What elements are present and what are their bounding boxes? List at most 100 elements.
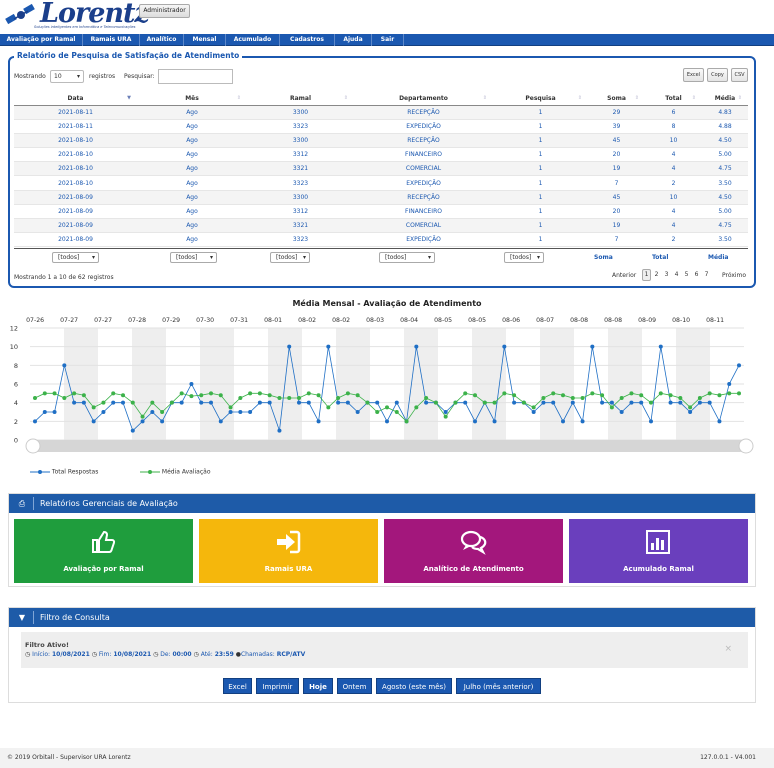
filter-pesquisa-select[interactable]: [todos] ▾ xyxy=(504,252,544,263)
table-row[interactable]: 2021-08-09 Ago 3321 COMERCIAL 1 19 4 4.75 xyxy=(14,218,748,234)
table-row[interactable]: 2021-08-11 Ago 3300 RECEPÇÃO 1 29 6 4.83 xyxy=(14,105,748,120)
data-point xyxy=(209,400,213,405)
tile-ramais-ura[interactable]: Ramais URA xyxy=(199,519,378,583)
nav-cadastros[interactable]: Cadastros xyxy=(280,34,335,46)
data-point xyxy=(492,419,497,424)
data-point xyxy=(512,393,517,398)
data-point xyxy=(52,410,57,414)
pager-page-1[interactable]: 1 xyxy=(642,269,651,281)
x-tick-label: 07-30 xyxy=(196,317,214,324)
col-departamento[interactable]: Departamento ⇕ xyxy=(354,93,493,106)
x-tick-label: 08-09 xyxy=(638,317,656,324)
search-input[interactable] xyxy=(158,69,233,84)
tile-acumulado-ramal[interactable]: Acumulado Ramal xyxy=(569,519,748,583)
data-point xyxy=(394,400,399,405)
col-total[interactable]: Total ⇕ xyxy=(645,93,702,106)
table-row[interactable]: 2021-08-11 Ago 3323 EXPEDIÇÃO 1 39 8 4.88 xyxy=(14,119,748,134)
data-point xyxy=(512,400,517,405)
chevron-down-icon: ▾ xyxy=(302,254,306,261)
filtro-title: Filtro de Consulta xyxy=(40,613,110,622)
data-point xyxy=(629,391,634,396)
col-data[interactable]: Data ▼ xyxy=(14,93,137,106)
nav-avaliacao-ramal[interactable]: Avaliação por Ramal xyxy=(0,34,83,46)
export-copy-button[interactable]: Copy xyxy=(707,68,728,82)
btn-agosto[interactable]: Agosto (este mês) xyxy=(376,678,452,694)
tile-analitico-atendimento[interactable]: Analítico de Atendimento xyxy=(384,519,563,583)
table-row[interactable]: 2021-08-09 Ago 3312 FINANCEIRO 1 20 4 5.00 xyxy=(14,204,748,220)
col-media[interactable]: Média ⇕ xyxy=(702,93,748,106)
table-cell: Ago xyxy=(137,133,247,149)
table-row[interactable]: 2021-08-09 Ago 3300 RECEPÇÃO 1 45 10 4.50 xyxy=(14,190,748,205)
table-row[interactable]: 2021-08-10 Ago 3321 COMERCIAL 1 19 4 4.75 xyxy=(14,161,748,177)
data-point xyxy=(541,400,546,405)
data-point xyxy=(287,396,292,400)
btn-imprimir[interactable]: Imprimir xyxy=(256,678,299,694)
table-row[interactable]: 2021-08-09 Ago 3323 EXPEDIÇÃO 1 7 2 3.50 xyxy=(14,232,748,248)
data-point xyxy=(121,393,125,398)
x-tick-label: 07-31 xyxy=(230,317,248,324)
nav-mensal[interactable]: Mensal xyxy=(184,34,226,46)
clock-icon: ◷ xyxy=(193,651,199,658)
admin-button[interactable]: Administrador xyxy=(139,4,190,18)
btn-julho[interactable]: Julho (mês anterior) xyxy=(456,678,541,694)
pager-prev[interactable]: Anterior xyxy=(612,272,636,279)
data-point xyxy=(111,391,116,396)
pager-page-4[interactable]: 4 xyxy=(672,269,681,281)
nav-ajuda[interactable]: Ajuda xyxy=(335,34,372,46)
col-mes[interactable]: Mês ⇕ xyxy=(137,93,247,106)
data-point xyxy=(561,419,565,424)
filter-data-select[interactable]: [todos] ▾ xyxy=(52,252,99,263)
export-csv-button[interactable]: CSV xyxy=(731,68,748,82)
page-size-select[interactable]: 10 ▾ xyxy=(50,70,84,83)
pager-page-5[interactable]: 5 xyxy=(682,269,691,281)
report-title: Relatório de Pesquisa de Satisfação de A… xyxy=(14,51,243,60)
table-row[interactable]: 2021-08-10 Ago 3312 FINANCEIRO 1 20 4 5.00 xyxy=(14,147,748,163)
table-row[interactable]: 2021-08-10 Ago 3300 RECEPÇÃO 1 45 10 4.50 xyxy=(14,133,748,149)
table-row[interactable]: 2021-08-10 Ago 3323 EXPEDIÇÃO 1 7 2 3.50 xyxy=(14,175,748,191)
pager-page-3[interactable]: 3 xyxy=(662,269,671,281)
lorentz-logo[interactable]: Lorentz Soluções inteligentes em Informá… xyxy=(4,0,150,32)
filter-ramal-select[interactable]: [todos] ▾ xyxy=(270,252,310,263)
table-cell: 2021-08-09 xyxy=(14,204,137,220)
filter-mes-select[interactable]: [todos] ▾ xyxy=(170,252,217,263)
table-cell: 2021-08-11 xyxy=(14,105,137,120)
filter-departamento-select[interactable]: [todos] ▾ xyxy=(379,252,435,263)
tile-avaliacao-ramal[interactable]: Avaliação por Ramal xyxy=(14,519,193,583)
col-pesquisa[interactable]: Pesquisa ⇕ xyxy=(493,93,588,106)
data-point xyxy=(590,344,595,349)
nav-acumulado[interactable]: Acumulado xyxy=(226,34,280,46)
pager-next[interactable]: Próximo xyxy=(722,272,746,279)
data-point xyxy=(629,400,634,405)
data-point xyxy=(228,405,233,410)
col-ramal[interactable]: Ramal ⇕ xyxy=(247,93,354,106)
close-icon[interactable]: × xyxy=(724,644,732,654)
data-point xyxy=(473,419,477,424)
nav-analitico[interactable]: Analítico xyxy=(140,34,184,46)
nav-sair[interactable]: Sair xyxy=(372,34,404,46)
footer-media: Média xyxy=(708,254,729,261)
btn-excel[interactable]: Excel xyxy=(223,678,252,694)
x-tick-label: 08-08 xyxy=(570,317,588,324)
table-cell: 4.83 xyxy=(702,105,748,120)
data-point xyxy=(91,405,96,410)
data-point xyxy=(443,410,448,414)
btn-ontem[interactable]: Ontem xyxy=(337,678,372,694)
data-point xyxy=(619,396,624,400)
pager-page-2[interactable]: 2 xyxy=(652,269,661,281)
btn-hoje[interactable]: Hoje xyxy=(303,678,333,694)
data-point xyxy=(189,394,194,399)
data-point xyxy=(355,410,360,414)
col-soma[interactable]: Soma ⇕ xyxy=(588,93,645,106)
header: Lorentz Soluções inteligentes em Informá… xyxy=(0,0,774,34)
table-cell: 1 xyxy=(493,232,588,248)
nav-ramais-ura[interactable]: Ramais URA xyxy=(83,34,140,46)
y-tick-label: 8 xyxy=(14,362,18,370)
data-point xyxy=(727,391,732,396)
data-point xyxy=(111,400,116,405)
legend-total-respostas[interactable]: Total Respostas xyxy=(30,468,98,476)
pager-page-7[interactable]: 7 xyxy=(702,269,711,281)
pager-page-6[interactable]: 6 xyxy=(692,269,701,281)
x-tick-label: 08-10 xyxy=(672,317,690,324)
export-excel-button[interactable]: Excel xyxy=(683,68,704,82)
legend-media-avaliacao[interactable]: Média Avaliação xyxy=(140,468,211,476)
